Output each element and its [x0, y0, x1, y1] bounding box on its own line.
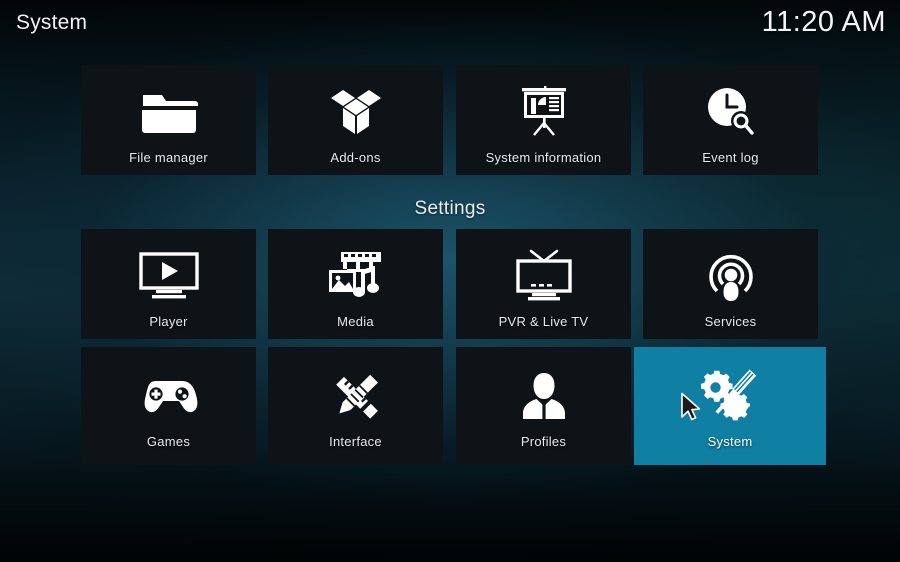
clock-search-icon: [695, 81, 767, 143]
tile-games[interactable]: Games: [81, 347, 256, 465]
tv-antenna-icon: [508, 245, 580, 307]
kodi-system-screen: System 11:20 AM Settings File manager Ad…: [0, 0, 900, 562]
top-row: File manager Add-ons System information …: [81, 65, 827, 175]
tile-label: Games: [146, 434, 191, 449]
tile-label: System: [707, 434, 753, 449]
tile-label: Event log: [702, 150, 759, 165]
tile-label: Player: [149, 314, 188, 329]
tile-pvr-live-tv[interactable]: PVR & Live TV: [456, 229, 631, 339]
pencil-ruler-icon: [320, 365, 392, 427]
gears-screwdriver-icon: [694, 365, 766, 427]
tile-label: Add-ons: [330, 150, 381, 165]
tile-services[interactable]: Services: [643, 229, 818, 339]
tile-label: System information: [485, 150, 602, 165]
settings-row-2: Games Interface Profiles System: [81, 347, 827, 465]
tile-label: Media: [337, 314, 374, 329]
tile-interface[interactable]: Interface: [268, 347, 443, 465]
page-title: System: [16, 11, 88, 34]
header-bar: System 11:20 AM: [0, 0, 900, 56]
clock: 11:20 AM: [761, 6, 886, 38]
settings-section-heading: Settings: [414, 198, 486, 219]
tile-file-manager[interactable]: File manager: [81, 65, 256, 175]
gamepad-icon: [133, 365, 205, 427]
tile-profiles[interactable]: Profiles: [456, 347, 631, 465]
tile-system-information[interactable]: System information: [456, 65, 631, 175]
monitor-play-icon: [133, 245, 205, 307]
settings-row-1: Player Media PVR & Live TV Services: [81, 229, 827, 339]
tile-player[interactable]: Player: [81, 229, 256, 339]
filmstrip-photo-music-icon: [320, 245, 392, 307]
tile-label: File manager: [129, 150, 208, 165]
open-box-icon: [320, 81, 392, 143]
tile-label: PVR & Live TV: [498, 314, 589, 329]
podcast-broadcast-icon: [695, 245, 767, 307]
presentation-chart-icon: [508, 81, 580, 143]
tile-label: Services: [704, 314, 757, 329]
tile-system[interactable]: System: [634, 347, 826, 465]
tile-label: Interface: [329, 434, 382, 449]
tile-media[interactable]: Media: [268, 229, 443, 339]
folder-icon: [133, 81, 205, 143]
tile-event-log[interactable]: Event log: [643, 65, 818, 175]
tile-label: Profiles: [520, 434, 567, 449]
user-silhouette-icon: [508, 365, 580, 427]
tile-add-ons[interactable]: Add-ons: [268, 65, 443, 175]
